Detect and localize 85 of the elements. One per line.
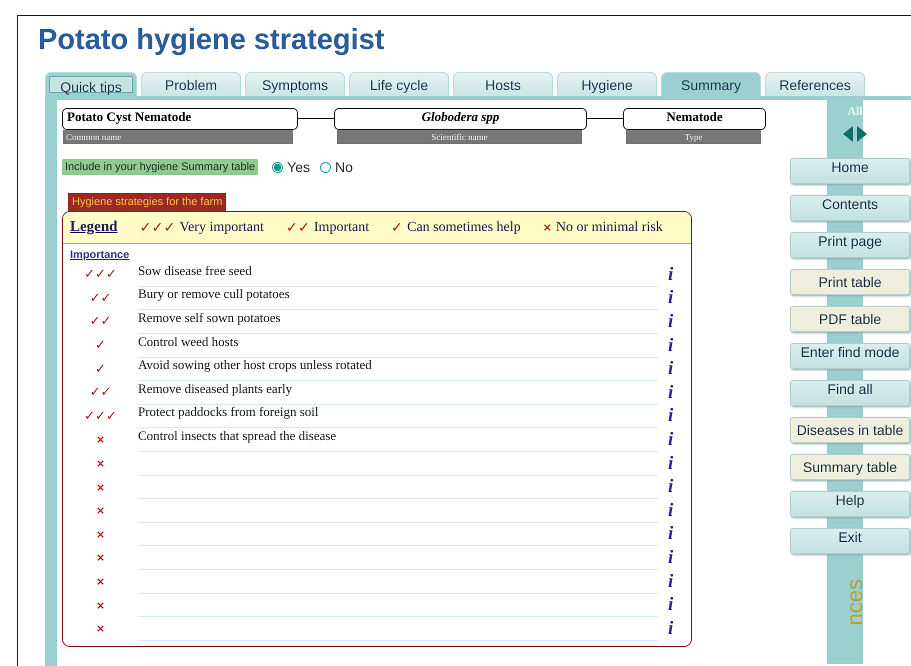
legend-label: Very important bbox=[180, 220, 264, 236]
strategy-text: Protect paddocks from foreign soil bbox=[138, 404, 319, 420]
info-link[interactable]: i bbox=[668, 546, 674, 569]
radio-option[interactable]: No bbox=[320, 159, 353, 175]
previous-next-icon[interactable] bbox=[841, 125, 869, 143]
importance-mark: × bbox=[96, 551, 106, 564]
identity-value: Globodera spp bbox=[334, 108, 587, 130]
strategy-text: Sow disease free seed bbox=[138, 262, 252, 278]
legend-link[interactable]: Legend bbox=[70, 219, 118, 236]
radio-option[interactable]: Yes bbox=[272, 159, 310, 175]
importance-mark: ✓✓✓ bbox=[84, 267, 117, 282]
strategy-text: Avoid sowing other host crops unless rotated bbox=[138, 357, 372, 372]
importance-mark: × bbox=[96, 480, 106, 494]
importance-mark: × bbox=[96, 504, 106, 518]
info-link[interactable]: i bbox=[668, 523, 674, 546]
info-link[interactable]: i bbox=[668, 334, 674, 357]
strategy-text: Bury or remove cull potatoes bbox=[138, 286, 290, 302]
nav-button[interactable]: Enter find mode bbox=[790, 343, 910, 369]
importance-mark: ✓ bbox=[391, 220, 404, 236]
info-link[interactable]: i bbox=[668, 428, 674, 451]
tab[interactable]: Problem bbox=[141, 72, 241, 96]
info-link[interactable]: i bbox=[668, 500, 674, 522]
importance-mark: × bbox=[96, 433, 106, 446]
strategy-text: Control weed hosts bbox=[138, 334, 238, 349]
nav-button[interactable]: Print table bbox=[790, 269, 910, 295]
importance-mark: × bbox=[96, 457, 106, 470]
vertical-label: nces bbox=[844, 579, 866, 626]
nav-button[interactable]: Print page bbox=[790, 232, 910, 258]
importance-mark: × bbox=[96, 598, 106, 612]
tab[interactable]: Quick tips bbox=[45, 72, 137, 96]
all-label: All bbox=[847, 104, 863, 119]
info-link[interactable]: i bbox=[668, 594, 674, 616]
nav-button[interactable]: Contents bbox=[790, 195, 910, 221]
info-link[interactable]: i bbox=[668, 618, 674, 640]
strategy-text: Control insects that spread the disease bbox=[138, 428, 336, 443]
info-link[interactable]: i bbox=[668, 405, 674, 428]
section-heading: Hygiene strategies for the farm bbox=[68, 193, 226, 211]
identity-value: Nematode bbox=[623, 108, 766, 130]
nav-button[interactable]: Help bbox=[790, 491, 910, 517]
info-link[interactable]: i bbox=[668, 452, 674, 475]
info-link[interactable]: i bbox=[668, 264, 674, 286]
identity-caption: Type bbox=[626, 130, 761, 144]
importance-mark: ✓✓ bbox=[90, 314, 112, 330]
nav-button[interactable]: Diseases in table bbox=[790, 417, 910, 443]
nav-button[interactable]: Find all bbox=[790, 380, 910, 406]
tab[interactable]: Hosts bbox=[453, 72, 553, 96]
info-link[interactable]: i bbox=[668, 358, 674, 380]
strategy-text: Remove diseased plants early bbox=[138, 380, 292, 396]
tab[interactable]: Life cycle bbox=[349, 72, 449, 96]
importance-mark: ✓ bbox=[95, 362, 106, 377]
importance-mark: ✓✓ bbox=[286, 220, 310, 236]
radio-icon[interactable] bbox=[320, 162, 332, 172]
nav-button[interactable]: Summary table bbox=[790, 454, 910, 480]
nav-button[interactable]: Exit bbox=[790, 528, 910, 554]
identity-caption: Scientific name bbox=[337, 130, 582, 144]
legend-label: Important bbox=[314, 220, 370, 236]
nav-button[interactable]: PDF table bbox=[790, 306, 910, 332]
importance-mark: ✓✓✓ bbox=[84, 408, 117, 424]
tab[interactable]: References bbox=[765, 72, 865, 96]
column-link[interactable]: Importance bbox=[70, 249, 130, 261]
importance-mark: ✓✓ bbox=[90, 385, 112, 400]
info-link[interactable]: i bbox=[668, 287, 674, 310]
strategy-text: Remove self sown potatoes bbox=[138, 310, 281, 325]
importance-mark: × bbox=[96, 528, 106, 541]
info-link[interactable]: i bbox=[668, 570, 674, 593]
identity-caption: Common name bbox=[63, 130, 293, 144]
importance-mark: ✓✓✓ bbox=[140, 220, 176, 236]
legend-label: No or minimal risk bbox=[556, 220, 663, 236]
radio-icon[interactable] bbox=[272, 162, 284, 172]
tab[interactable]: Hygiene bbox=[557, 72, 657, 96]
app-title: Potato hygiene strategist bbox=[38, 23, 386, 58]
include-label: Include in your hygiene Summary table bbox=[62, 159, 258, 175]
importance-mark: × bbox=[96, 622, 106, 636]
info-link[interactable]: i bbox=[668, 476, 674, 498]
identity-value: Potato Cyst Nematode bbox=[62, 108, 298, 130]
info-link[interactable]: i bbox=[668, 310, 674, 333]
info-link[interactable]: i bbox=[668, 382, 674, 404]
importance-mark: × bbox=[542, 221, 552, 234]
nav-button[interactable]: Home bbox=[790, 158, 910, 184]
tab[interactable]: Symptoms bbox=[245, 72, 345, 96]
importance-mark: × bbox=[96, 575, 106, 588]
importance-mark: ✓✓ bbox=[90, 290, 112, 306]
tab[interactable]: Summary bbox=[661, 72, 761, 96]
legend-label: Can sometimes help bbox=[407, 220, 521, 236]
importance-mark: ✓ bbox=[95, 338, 106, 354]
